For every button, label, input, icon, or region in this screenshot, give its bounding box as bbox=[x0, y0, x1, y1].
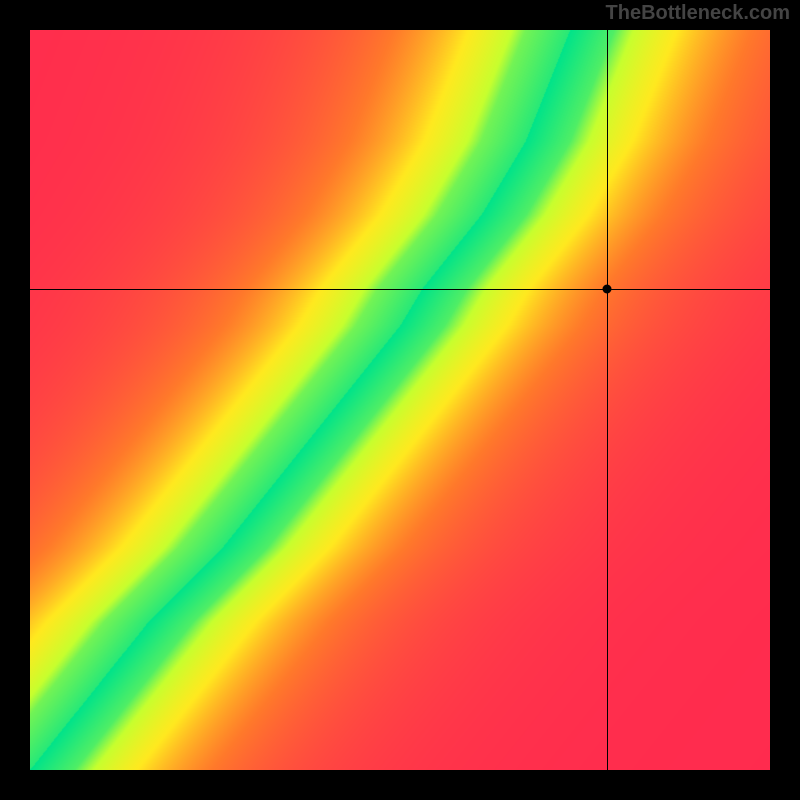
attribution-label: TheBottleneck.com bbox=[606, 2, 790, 25]
crosshair-horizontal bbox=[30, 289, 770, 290]
chart-container: TheBottleneck.com bbox=[0, 0, 800, 800]
heatmap-canvas bbox=[30, 30, 770, 770]
crosshair-marker bbox=[603, 285, 612, 294]
crosshair-vertical bbox=[607, 30, 608, 770]
